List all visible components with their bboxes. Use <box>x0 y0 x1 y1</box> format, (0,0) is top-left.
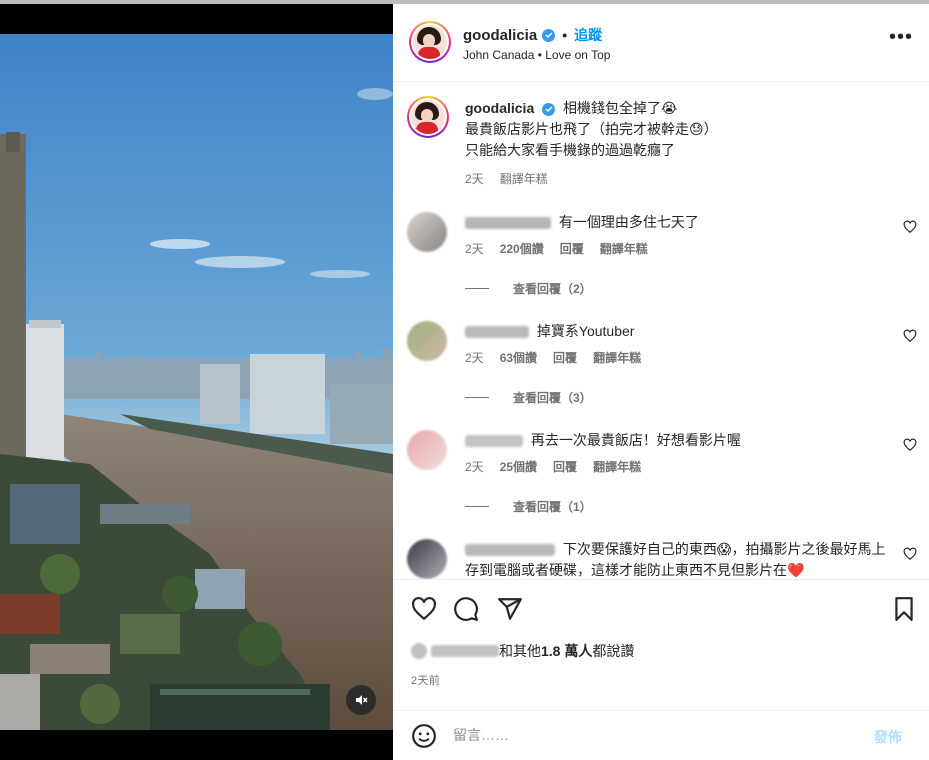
view-replies-button[interactable]: 查看回覆（1） <box>465 498 592 515</box>
caption-translate[interactable]: 翻譯年糕 <box>500 169 548 190</box>
caption-avatar[interactable] <box>407 96 449 138</box>
commenter-username-blurred[interactable] <box>465 326 529 339</box>
post-comment-button[interactable]: 發佈 <box>874 727 902 747</box>
liker-avatar <box>411 643 427 659</box>
video-frame-illustration <box>0 34 393 730</box>
commenter-avatar[interactable] <box>407 430 447 470</box>
video-player[interactable] <box>0 34 393 730</box>
follow-button[interactable]: 追蹤 <box>574 25 602 45</box>
comment-heart-icon[interactable] <box>903 329 917 343</box>
view-replies-button[interactable]: 查看回覆（3） <box>465 389 592 406</box>
reply-button[interactable]: 回覆 <box>553 348 577 369</box>
view-replies-button[interactable]: 查看回覆（2） <box>465 280 592 297</box>
comment-likes[interactable]: 220個讚 <box>500 239 544 260</box>
likes-tail: 都說讚 <box>592 643 635 659</box>
caption-line-3: 只能給大家看手機錄的過過乾癮了 <box>465 142 675 158</box>
verified-badge-icon <box>542 28 556 42</box>
author-username[interactable]: goodalicia <box>463 27 537 44</box>
media-letterbox-top <box>0 4 393 34</box>
post-timestamp[interactable]: 2天前 <box>411 672 440 688</box>
caption-line-1: 相機錢包全掉了😭 <box>563 100 678 116</box>
comments-list[interactable]: goodalicia 相機錢包全掉了😭 最貴飯店影片也飛了（拍完才被幹走😓） 只… <box>393 82 929 579</box>
share-icon[interactable] <box>497 596 523 622</box>
post-actions <box>393 579 929 639</box>
heart-icon[interactable] <box>411 596 437 622</box>
separator-dot: • <box>562 27 568 43</box>
post-details-panel: goodalicia • 追蹤 John Canada • Love on To… <box>393 4 929 760</box>
comment-likes[interactable]: 63個讚 <box>500 348 537 369</box>
comment-heart-icon[interactable] <box>903 438 917 452</box>
verified-badge-icon <box>542 102 556 116</box>
likes-suffix: 和其他 <box>499 643 541 659</box>
comment-icon[interactable] <box>453 596 479 622</box>
likes-count: 1.8 萬人 <box>541 643 593 659</box>
caption-time[interactable]: 2天 <box>465 169 484 190</box>
commenter-username-blurred[interactable] <box>465 217 551 230</box>
commenter-avatar[interactable] <box>407 539 447 579</box>
post-header: goodalicia • 追蹤 John Canada • Love on To… <box>393 4 929 82</box>
post-media <box>0 4 393 760</box>
comment-time[interactable]: 2天 <box>465 457 484 478</box>
caption-username[interactable]: goodalicia <box>465 100 534 116</box>
commenter-avatar[interactable] <box>407 212 447 252</box>
comment-text: 再去一次最貴飯店！好想看影片喔 <box>530 432 741 448</box>
comment-time[interactable]: 2天 <box>465 348 484 369</box>
author-name-row: goodalicia • 追蹤 <box>463 25 602 45</box>
save-icon[interactable] <box>891 596 917 622</box>
audio-subtitle[interactable]: John Canada • Love on Top <box>463 48 610 62</box>
translate-button[interactable]: 翻譯年糕 <box>593 457 641 478</box>
author-avatar[interactable] <box>409 21 451 63</box>
commenter-avatar[interactable] <box>407 321 447 361</box>
commenter-username-blurred[interactable] <box>465 544 555 557</box>
mute-button[interactable] <box>346 685 376 715</box>
translate-button[interactable]: 翻譯年糕 <box>600 239 648 260</box>
comment-input[interactable] <box>453 724 853 746</box>
comment-text: 有一個理由多住七天了 <box>558 214 699 230</box>
comment-time[interactable]: 2天 <box>465 239 484 260</box>
caption-line-2: 最貴飯店影片也飛了（拍完才被幹走😓） <box>465 121 718 137</box>
comment-text: 掉寶系Youtuber <box>536 323 635 339</box>
liker-username-blurred[interactable] <box>431 645 499 657</box>
more-options-icon[interactable]: ••• <box>889 27 917 50</box>
reply-button[interactable]: 回覆 <box>553 457 577 478</box>
likes-summary[interactable]: 和其他 1.8 萬人 都說讚 <box>411 641 634 661</box>
comment-composer: 發佈 <box>393 710 929 760</box>
media-letterbox-bottom <box>0 730 393 760</box>
mute-icon <box>356 695 368 705</box>
comment-likes[interactable]: 25個讚 <box>500 457 537 478</box>
reply-button[interactable]: 回覆 <box>560 239 584 260</box>
comment-heart-icon[interactable] <box>903 220 917 234</box>
translate-button[interactable]: 翻譯年糕 <box>593 348 641 369</box>
commenter-username-blurred[interactable] <box>465 435 523 448</box>
comment-heart-icon[interactable] <box>903 547 917 561</box>
emoji-icon[interactable] <box>411 723 437 749</box>
